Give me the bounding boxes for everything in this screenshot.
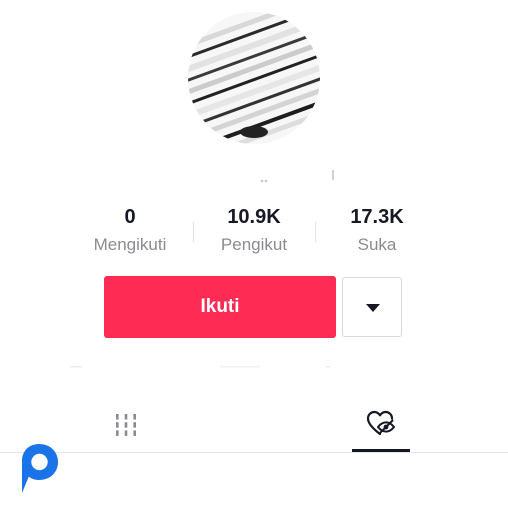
tabbar-divider — [0, 452, 508, 453]
likes-label: Suka — [357, 235, 397, 254]
stat-likes: 17.3K Suka — [334, 200, 420, 256]
avatar-image — [188, 12, 320, 144]
stat-following[interactable]: 0 Mengikuti — [80, 200, 180, 256]
followers-count: 10.9K — [227, 206, 281, 228]
follow-button[interactable]: Ikuti — [104, 276, 336, 338]
followers-label: Pengikut — [220, 235, 288, 254]
stat-divider — [193, 222, 194, 242]
liked-hidden-icon — [366, 410, 395, 436]
likes-count: 17.3K — [350, 206, 404, 228]
tab-videos[interactable] — [98, 396, 154, 452]
caret-down-icon — [366, 304, 380, 312]
stat-divider — [315, 222, 316, 242]
following-count: 0 — [124, 206, 136, 228]
suggested-accounts-dropdown-button[interactable] — [342, 277, 402, 337]
profile-tabbar — [0, 396, 508, 452]
avatar[interactable] — [188, 12, 320, 144]
profile-page: 0 Mengikuti 10.9K Pengikut 17.3K Suka Ik… — [0, 0, 508, 509]
following-label: Mengikuti — [93, 235, 167, 254]
profile-stats: 0 Mengikuti 10.9K Pengikut 17.3K Suka — [70, 200, 440, 262]
watermark-logo-icon — [22, 444, 58, 493]
grid-icon — [116, 414, 136, 436]
stat-followers[interactable]: 10.9K Pengikut — [202, 200, 306, 256]
faint-bio-placeholder — [70, 366, 331, 368]
verified-tick-placeholder — [332, 170, 334, 180]
tab-liked[interactable] — [352, 396, 410, 452]
username-placeholder-dots — [260, 179, 268, 183]
